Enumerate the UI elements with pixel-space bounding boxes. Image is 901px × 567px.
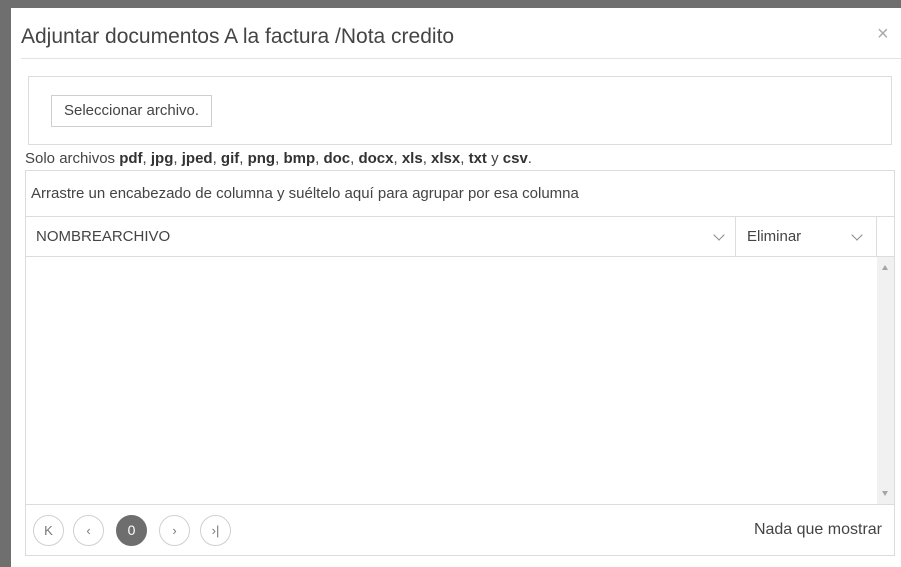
hint-prefix: Solo archivos [25, 150, 120, 167]
file-type: png [247, 150, 276, 167]
hint-conjunction: y [486, 150, 503, 167]
scroll-up-icon[interactable] [882, 265, 888, 270]
vertical-scrollbar[interactable] [877, 257, 894, 504]
close-icon[interactable]: × [877, 24, 889, 44]
chevron-down-icon[interactable] [851, 229, 863, 241]
attachments-grid: Arrastre un encabezado de columna y suél… [25, 170, 895, 556]
attach-documents-dialog: Adjuntar documentos A la factura /Nota c… [11, 8, 901, 567]
dialog-title: Adjuntar documentos A la factura /Nota c… [21, 25, 455, 48]
grid-header-row: NOMBREARCHIVO Eliminar [26, 217, 894, 257]
select-file-button[interactable]: Seleccionar archivo. [51, 95, 213, 127]
last-page-button[interactable]: ›| [200, 515, 231, 546]
previous-page-button[interactable]: ‹ [73, 515, 104, 546]
column-header-label: Eliminar [747, 228, 802, 245]
file-type: jpg [150, 150, 174, 167]
chevron-down-icon[interactable] [713, 229, 725, 241]
file-type: pdf [119, 150, 143, 167]
file-type: docx [358, 150, 394, 167]
file-type: xlsx [431, 150, 461, 167]
file-type: bmp [283, 150, 316, 167]
column-header-nombrearchivo[interactable]: NOMBREARCHIVO [26, 217, 736, 256]
window-frame-top [0, 0, 901, 8]
file-type: doc [323, 150, 351, 167]
file-type: jped [181, 150, 213, 167]
title-divider [21, 58, 901, 59]
first-page-button[interactable]: K [33, 515, 64, 546]
current-page-button[interactable]: 0 [116, 515, 147, 546]
file-type: csv [502, 150, 528, 167]
file-type: gif [220, 150, 240, 167]
hint-separator: , [460, 150, 469, 167]
pager-info: Nada que mostrar [753, 521, 882, 538]
scroll-down-icon[interactable] [882, 491, 888, 496]
hint-separator: , [422, 150, 432, 167]
file-type: xls [401, 150, 423, 167]
grid-body [26, 257, 877, 504]
hint-separator: , [393, 150, 402, 167]
group-by-panel[interactable]: Arrastre un encabezado de columna y suél… [26, 171, 894, 217]
allowed-file-types-hint: Solo archivos pdf, jpg, jped, gif, png, … [25, 150, 532, 167]
file-type: txt [468, 150, 487, 167]
pager: K ‹ 0 › ›| Nada que mostrar [26, 504, 894, 555]
hint-suffix: . [527, 150, 532, 167]
column-header-label: NOMBREARCHIVO [36, 228, 171, 245]
hint-separator: , [142, 150, 151, 167]
column-header-eliminar[interactable]: Eliminar [736, 217, 877, 256]
hint-separator: , [212, 150, 221, 167]
hint-separator: , [173, 150, 182, 167]
hint-separator: , [239, 150, 248, 167]
window-frame-left [0, 0, 11, 567]
next-page-button[interactable]: › [159, 515, 190, 546]
upload-area: Seleccionar archivo. [28, 76, 892, 145]
